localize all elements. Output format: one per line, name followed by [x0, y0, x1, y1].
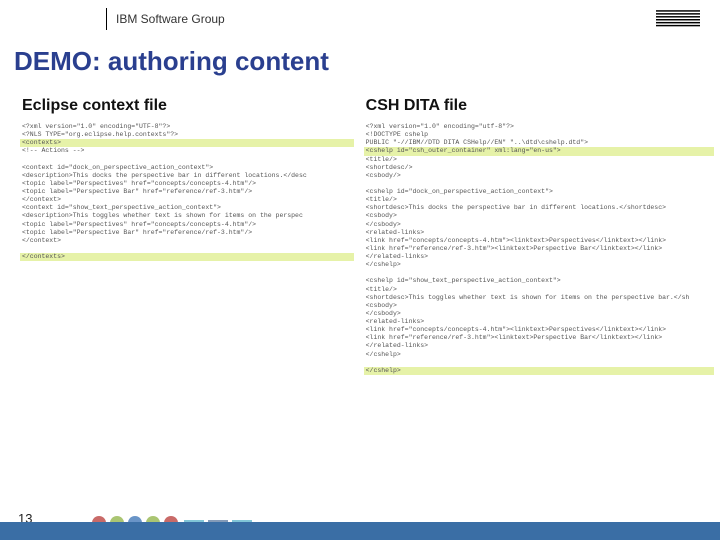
code-line	[20, 245, 354, 253]
ibm-logo-icon	[656, 10, 700, 33]
code-line: <csbody/>	[364, 172, 714, 180]
code-line: </cshelp>	[364, 367, 714, 375]
code-line: <csbody>	[364, 212, 714, 220]
code-line: <topic label="Perspective Bar" href="ref…	[20, 188, 354, 196]
code-line: <link href="reference/ref-3.htm"><linkte…	[364, 334, 714, 342]
code-line: <description>This docks the perspective …	[20, 172, 354, 180]
code-line: <context id="dock_on_perspective_action_…	[20, 164, 354, 172]
code-line: <title/>	[364, 286, 714, 294]
slide-title: DEMO: authoring content	[0, 38, 720, 91]
code-line: </related-links>	[364, 253, 714, 261]
code-line: <topic label="Perspectives" href="concep…	[20, 180, 354, 188]
code-line: </related-links>	[364, 342, 714, 350]
code-line: <title/>	[364, 156, 714, 164]
code-line	[364, 269, 714, 277]
code-line: <link href="reference/ref-3.htm"><linkte…	[364, 245, 714, 253]
code-line: </cshelp>	[364, 351, 714, 359]
code-line: </csbody>	[364, 310, 714, 318]
header-group-label: IBM Software Group	[106, 12, 225, 26]
content-columns: Eclipse context file <?xml version="1.0"…	[0, 91, 720, 375]
code-line: </context>	[20, 237, 354, 245]
code-line: <cshelp id="dock_on_perspective_action_c…	[364, 188, 714, 196]
code-line: <csbody>	[364, 302, 714, 310]
code-line: <shortdesc/>	[364, 164, 714, 172]
code-line: <!DOCTYPE cshelp	[364, 131, 714, 139]
code-line: PUBLIC "-//IBM//DTD DITA CSHelp//EN" "..…	[364, 139, 714, 147]
code-line	[364, 180, 714, 188]
code-line: <link href="concepts/concepts-4.htm"><li…	[364, 326, 714, 334]
code-line	[20, 156, 354, 164]
right-heading: CSH DITA file	[366, 97, 714, 115]
code-line: <!-- Actions -->	[20, 147, 354, 155]
code-line: <?NLS TYPE="org.eclipse.help.contexts"?>	[20, 131, 354, 139]
code-line: <contexts>	[20, 139, 354, 147]
code-line: </contexts>	[20, 253, 354, 261]
code-line: <topic label="Perspective Bar" href="ref…	[20, 229, 354, 237]
code-line: <shortdesc>This toggles whether text is …	[364, 294, 714, 302]
code-line: <topic label="Perspectives" href="concep…	[20, 221, 354, 229]
code-line	[364, 359, 714, 367]
left-column: Eclipse context file <?xml version="1.0"…	[20, 91, 354, 375]
code-line: <related-links>	[364, 229, 714, 237]
slide-header: IBM Software Group	[0, 0, 720, 38]
csh-dita-code: <?xml version="1.0" encoding="utf-8"?><!…	[364, 123, 714, 375]
code-line: <cshelp id="csh_outer_container" xml:lan…	[364, 147, 714, 155]
code-line: </cshelp>	[364, 261, 714, 269]
code-line: <link href="concepts/concepts-4.htm"><li…	[364, 237, 714, 245]
slide-footer: 13	[0, 504, 720, 540]
code-line: <context id="show_text_perspective_actio…	[20, 204, 354, 212]
code-line: <related-links>	[364, 318, 714, 326]
code-line: <cshelp id="show_text_perspective_action…	[364, 277, 714, 285]
code-line: <?xml version="1.0" encoding="utf-8"?>	[364, 123, 714, 131]
header-divider	[106, 8, 107, 30]
code-line: </context>	[20, 196, 354, 204]
right-column: CSH DITA file <?xml version="1.0" encodi…	[364, 91, 714, 375]
code-line: </csbody>	[364, 221, 714, 229]
code-line: <description>This toggles whether text i…	[20, 212, 354, 220]
left-heading: Eclipse context file	[22, 97, 354, 115]
footer-bar	[0, 522, 720, 540]
code-line: <shortdesc>This docks the perspective ba…	[364, 204, 714, 212]
code-line: <title/>	[364, 196, 714, 204]
code-line: <?xml version="1.0" encoding="UTF-8"?>	[20, 123, 354, 131]
eclipse-context-code: <?xml version="1.0" encoding="UTF-8"?><?…	[20, 123, 354, 261]
